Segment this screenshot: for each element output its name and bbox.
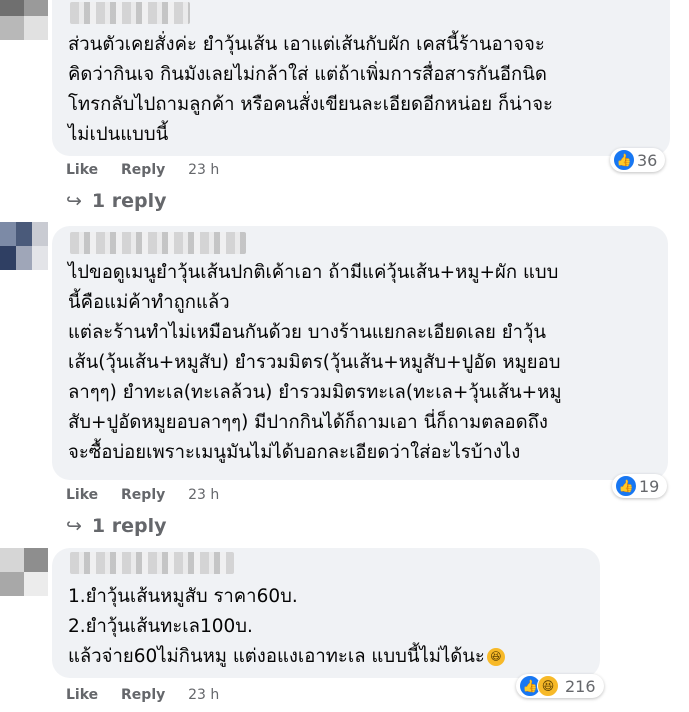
comment-actions-2: Like Reply 23 h [66,487,237,503]
haha-reaction-icon: 😆 [537,675,559,697]
like-reaction-icon: 👍 [613,149,635,171]
like-reaction-icon: 👍 [615,475,637,497]
commenter-name-2[interactable] [70,232,246,254]
comment-text-2: ไปขอดูเมนูยำวุ้นเส้นปกติเค้าเอา ถ้ามีแค่… [68,262,562,463]
timestamp[interactable]: 23 h [188,162,219,178]
avatar-2[interactable] [0,222,48,270]
like-button[interactable]: Like [66,687,98,703]
timestamp[interactable]: 23 h [188,487,219,503]
comment-bubble-1: ส่วนตัวเคยสั่งค่ะ ยำวุ้นเส้น เอาแต่เส้นก… [52,0,670,156]
commenter-name-3[interactable] [70,552,234,574]
commenter-name-1[interactable] [70,2,190,24]
comment-text-1: ส่วนตัวเคยสั่งค่ะ ยำวุ้นเส้น เอาแต่เส้นก… [68,34,553,145]
reply-button[interactable]: Reply [121,687,165,703]
view-replies-1[interactable]: ↪ 1 reply [66,190,167,212]
comment-bubble-3: 1.ยำวุ้นเส้นหมูสับ ราคา60บ. 2.ยำวุ้นเส้น… [52,548,600,678]
reaction-summary-2[interactable]: 👍 19 [612,474,668,498]
reaction-summary-3[interactable]: 👍 😆 216 [516,674,604,698]
avatar-3[interactable] [0,548,48,596]
reply-arrow-icon: ↪ [66,190,82,212]
timestamp[interactable]: 23 h [188,687,219,703]
laughing-emoji-icon: 😆 [486,648,505,666]
reply-button[interactable]: Reply [121,162,165,178]
reply-button[interactable]: Reply [121,487,165,503]
comment-actions-1: Like Reply 23 h [66,162,237,178]
avatar-1[interactable] [0,0,48,40]
comment-actions-3: Like Reply 23 h [66,687,237,703]
reply-arrow-icon: ↪ [66,515,82,537]
like-button[interactable]: Like [66,162,98,178]
reaction-summary-1[interactable]: 👍 36 [610,148,666,172]
like-button[interactable]: Like [66,487,98,503]
view-replies-2[interactable]: ↪ 1 reply [66,515,167,537]
comment-text-3: 1.ยำวุ้นเส้นหมูสับ ราคา60บ. 2.ยำวุ้นเส้น… [68,582,588,672]
comment-bubble-2: ไปขอดูเมนูยำวุ้นเส้นปกติเค้าเอา ถ้ามีแค่… [52,226,668,480]
